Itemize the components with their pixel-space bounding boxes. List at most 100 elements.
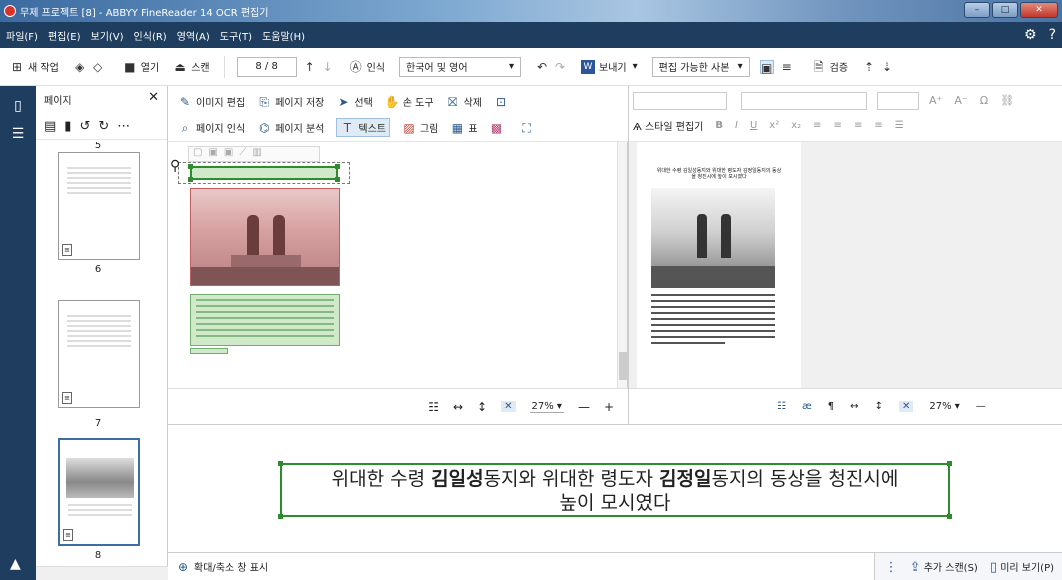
bullets-icon[interactable]: ☰ [895, 120, 904, 131]
save-format-select[interactable]: 편집 가능한 사본 ▾ [651, 56, 750, 77]
next-error-icon[interactable]: ⇣ [880, 60, 894, 74]
close-button[interactable]: ✕ [1020, 2, 1058, 18]
zoom-window[interactable]: 위대한 수령 김일성동지와 위대한 령도자 김정일동지의 동상을 청진시에 높이… [168, 424, 1062, 552]
zoom-out-icon[interactable]: — [976, 401, 986, 412]
underline-icon[interactable]: U [750, 120, 757, 131]
menu-help[interactable]: 도움말(H) [262, 28, 305, 43]
crop-button[interactable]: ⊡ [494, 95, 512, 109]
new-task-button[interactable]: ⊞ 새 작업 [10, 59, 59, 75]
recognize-button[interactable]: Ⓐ 인식 [349, 59, 385, 75]
page-thumbnail[interactable]: ≡ [58, 152, 140, 260]
redo-icon[interactable]: ↷ [553, 60, 567, 74]
text-zone-small[interactable] [190, 348, 228, 354]
menu-area[interactable]: 영역(A) [177, 28, 210, 43]
highlight-icon[interactable]: æ [802, 401, 812, 412]
menu-edit[interactable]: 편집(E) [48, 28, 81, 43]
menu-view[interactable]: 보기(V) [91, 28, 124, 43]
superscript-icon[interactable]: x² [769, 120, 779, 131]
align-left-icon[interactable]: ≡ [813, 120, 821, 131]
task-options-button[interactable]: ◈ ◇ [73, 60, 109, 74]
minimize-button[interactable]: – [964, 2, 990, 18]
style-select[interactable] [633, 92, 727, 110]
help-icon[interactable]: ? [1049, 27, 1056, 43]
menu-tools[interactable]: 도구(T) [220, 28, 252, 43]
page-thumbnail[interactable]: ≡ [58, 300, 140, 408]
fit-height-icon[interactable]: ↕ [477, 400, 487, 414]
text-canvas[interactable]: 위대한 수령 김일성동지와 위대한 령도자 김정일동지의 동상을 청진시에 높이… [629, 142, 1062, 388]
text-zone[interactable] [190, 294, 340, 346]
close-icon[interactable]: ✕ [148, 90, 159, 105]
menu-recognize[interactable]: 인식(R) [134, 28, 167, 43]
warning-icon[interactable]: ▲ [10, 556, 21, 572]
menu-file[interactable]: 파일(F) [6, 28, 38, 43]
special-char-icon[interactable]: Ω [980, 94, 988, 107]
rotate-right-icon[interactable]: ↻ [98, 119, 109, 134]
scan-button[interactable]: ⏏ 스캔 [173, 59, 210, 75]
link-icon[interactable]: ⛓ [1000, 94, 1014, 107]
delete-area-button[interactable]: ⛝ 삭제 [446, 94, 482, 110]
floating-area-toolbar[interactable]: ▢ ▣ ▣ ⟋ ▥ [188, 146, 320, 162]
analyze-page-button[interactable]: ⌬ 페이지 분석 [257, 120, 324, 136]
table-area-button[interactable]: ▦ 표 [450, 120, 478, 136]
fit-height-icon[interactable]: ↕ [875, 401, 883, 412]
background-area-button[interactable]: ▩ [490, 121, 508, 135]
increase-font-icon[interactable]: A⁺ [929, 94, 942, 107]
zoom-in-icon[interactable]: + [604, 400, 614, 414]
fit-width-icon[interactable]: ↔ [453, 400, 463, 414]
text-zoom-select[interactable]: 27% ▾ [929, 401, 959, 412]
font-size-select[interactable] [877, 92, 919, 110]
decrease-font-icon[interactable]: A⁻ [954, 94, 967, 107]
justify-icon[interactable]: ≡ [874, 120, 882, 131]
fit-width-icon[interactable]: ↔ [850, 401, 858, 412]
layout-icon[interactable]: ☷ [428, 400, 439, 414]
add-area-button[interactable]: ⛶ [520, 121, 538, 135]
edit-image-button[interactable]: ✎ 이미지 편집 [178, 94, 245, 110]
subscript-icon[interactable]: x₂ [791, 120, 801, 131]
rotate-left-icon[interactable]: ↺ [79, 119, 90, 134]
align-center-icon[interactable]: ≡ [834, 120, 842, 131]
italic-icon[interactable]: I [735, 120, 738, 131]
style-editor-button[interactable]: Ѧ 스타일 편집기 [633, 118, 703, 133]
recognize-page-button[interactable]: ⌕ 페이지 인식 [178, 120, 246, 136]
hand-tool-button[interactable]: ✋ 손 도구 [385, 94, 434, 110]
export-button[interactable]: W 보내기 ▾ [581, 59, 638, 74]
fit-page-icon[interactable]: ✕ [898, 401, 914, 412]
picture-zone[interactable] [190, 188, 340, 286]
undo-icon[interactable]: ↶ [535, 60, 549, 74]
text-area-button[interactable]: T 텍스트 [336, 118, 390, 137]
maximize-button[interactable]: □ [992, 2, 1018, 18]
align-right-icon[interactable]: ≡ [854, 120, 862, 131]
add-scan-button[interactable]: ⇪ 추가 스캔(S) [910, 559, 978, 575]
zoom-out-icon[interactable]: — [578, 400, 590, 414]
font-select[interactable] [741, 92, 867, 110]
more-icon[interactable]: ⋯ [117, 119, 130, 134]
save-page-button[interactable]: ⎘ 페이지 저장 [257, 94, 324, 110]
select-tool-button[interactable]: ➤ 선택 [336, 94, 372, 110]
bold-icon[interactable]: B [715, 120, 723, 131]
list-icon[interactable]: ☰ [0, 126, 36, 142]
arrow-down-icon[interactable]: ↓ [321, 60, 335, 74]
vertical-scrollbar[interactable] [617, 142, 627, 388]
preview-button[interactable]: ▯ 미리 보기(P) [990, 559, 1054, 575]
pages-icon[interactable]: ▯ [0, 98, 36, 114]
delete-icon[interactable]: ▮ [64, 119, 71, 134]
verify-button[interactable]: 🗎 검증 [812, 59, 848, 75]
picture-area-button[interactable]: ▨ 그림 [402, 120, 438, 136]
image-zoom-select[interactable]: 27% ▾ [529, 401, 564, 413]
text-view-icon[interactable]: ≡ [780, 60, 794, 74]
fit-page-icon[interactable]: ✕ [501, 401, 516, 412]
image-view-icon[interactable]: ▣ [759, 59, 774, 75]
save-icon[interactable]: ▤ [44, 119, 56, 134]
pilcrow-icon[interactable]: ¶ [828, 401, 834, 412]
layout-icon[interactable]: ☷ [777, 401, 786, 412]
language-select[interactable]: 한국어 및 영어 ▾ [399, 56, 521, 77]
zoom-window-toggle[interactable]: ⊕ 확대/축소 창 표시 [176, 559, 268, 575]
page-thumbnail-selected[interactable]: ≡ [58, 438, 140, 546]
zoomed-text-zone[interactable]: 위대한 수령 김일성동지와 위대한 령도자 김정일동지의 동상을 청진시에 높이… [278, 461, 952, 519]
arrow-up-icon[interactable]: ↑ [303, 60, 317, 74]
horizontal-scrollbar[interactable] [36, 566, 168, 580]
page-number-field[interactable]: 8 / 8 [236, 56, 297, 77]
text-zone-selected[interactable] [188, 164, 340, 182]
image-canvas[interactable]: ▢ ▣ ▣ ⟋ ▥ ⚲ [168, 142, 628, 388]
prev-error-icon[interactable]: ⇡ [862, 60, 876, 74]
